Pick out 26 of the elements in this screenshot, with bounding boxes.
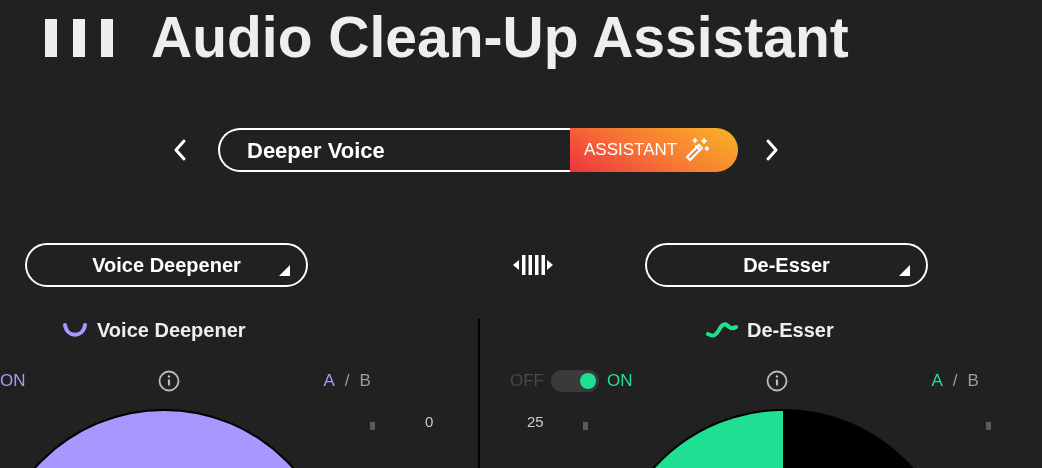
on-label: ON [607,370,633,393]
magic-wand-icon [683,137,710,163]
ab-option[interactable]: B [967,368,979,394]
module-title: De-Esser [747,318,834,343]
scale-tick [985,422,991,430]
slash-separator: / [344,370,350,393]
slash-separator: / [952,370,958,393]
scale-tick [370,422,375,430]
on-label: ON [0,370,26,393]
toggle-switch[interactable] [551,370,599,392]
info-icon[interactable] [157,370,180,392]
info-icon[interactable] [765,370,788,392]
swap-modules-icon[interactable] [513,254,553,276]
preset-field[interactable]: Deeper Voice [218,128,570,172]
module-dropdown[interactable]: Voice Deepener [25,243,308,287]
scale-label: 25 [527,414,544,429]
menu-icon[interactable] [45,18,113,57]
ab-option[interactable]: A [931,368,943,394]
dropdown-corner-icon [279,265,290,276]
ab-option[interactable]: A [323,368,335,394]
module-title: Voice Deepener [97,318,246,343]
module-dropdown[interactable]: De-Esser [645,243,928,287]
ab-option[interactable]: B [359,368,371,394]
dropdown-corner-icon [899,265,910,276]
scale-label: 0 [425,414,434,429]
scale-tick [582,422,588,430]
